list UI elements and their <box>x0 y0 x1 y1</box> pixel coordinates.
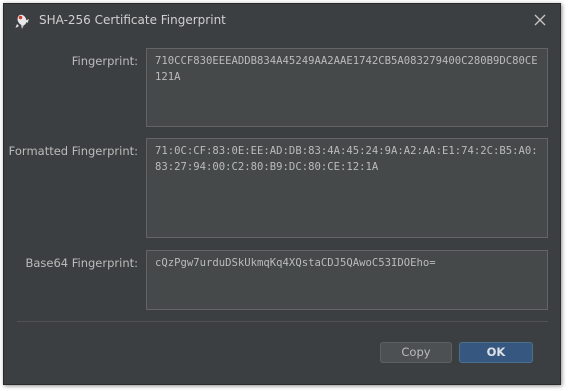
formatted-fingerprint-label-container: Formatted Fingerprint: <box>4 144 138 164</box>
title-bar[interactable]: SHA-256 Certificate Fingerprint <box>4 4 560 37</box>
dialog-title: SHA-256 Certificate Fingerprint <box>39 13 226 27</box>
base64-fingerprint-label: Base64 Fingerprint: <box>25 256 138 270</box>
fingerprint-field[interactable]: 710CCF830EEEADDB834A45249AA2AAE1742CB5A0… <box>146 48 548 127</box>
fingerprint-label: Fingerprint: <box>71 54 138 68</box>
certificate-fingerprint-dialog: SHA-256 Certificate Fingerprint Fingerpr… <box>3 3 561 385</box>
ok-button[interactable]: OK <box>459 342 533 363</box>
formatted-fingerprint-label: Formatted Fingerprint: <box>8 144 138 158</box>
base64-fingerprint-field[interactable]: cQzPgw7urduDSkUkmqKq4XQstaCDJ5QAwoC53IDO… <box>146 250 548 310</box>
formatted-fingerprint-field[interactable]: 71:0C:CF:83:0E:EE:AD:DB:83:4A:45:24:9A:A… <box>146 138 548 238</box>
close-icon[interactable] <box>532 12 548 28</box>
fingerprint-label-container: Fingerprint: <box>4 54 138 74</box>
base64-fingerprint-label-container: Base64 Fingerprint: <box>4 256 138 276</box>
duke-mascot-icon <box>13 12 31 30</box>
footer-divider <box>17 321 548 322</box>
copy-button[interactable]: Copy <box>380 342 452 363</box>
